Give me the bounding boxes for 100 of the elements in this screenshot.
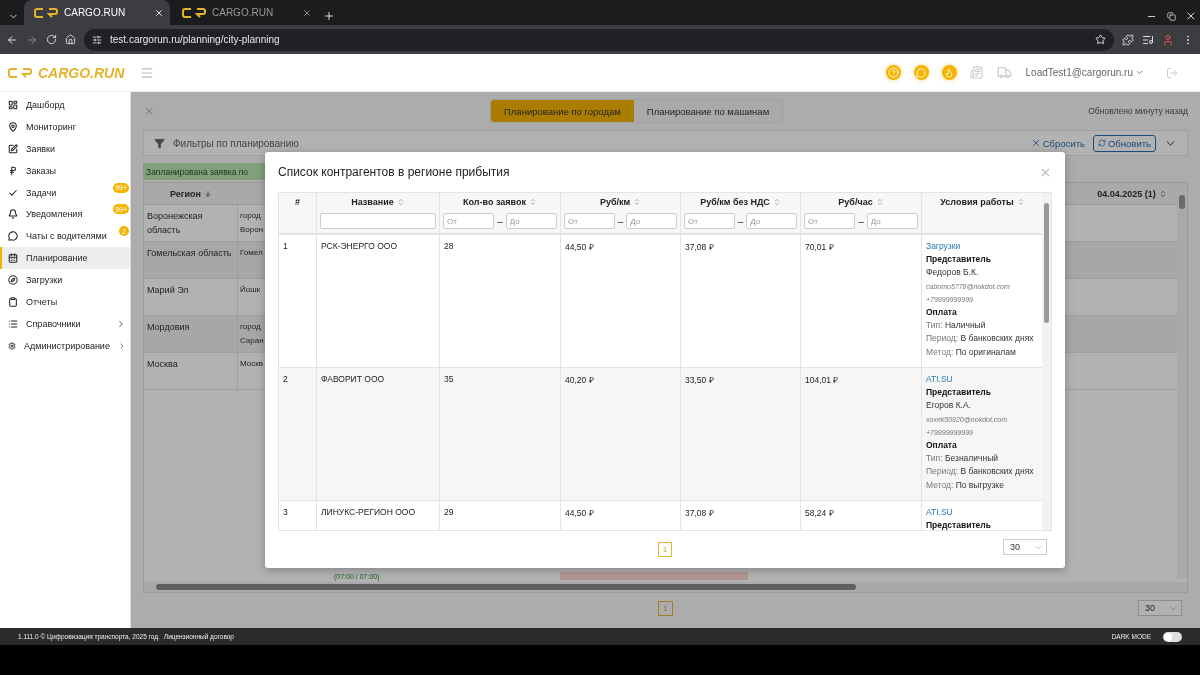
user-menu[interactable]: LoadTest1@cargorun.ru xyxy=(1025,67,1144,78)
sidebar-item[interactable]: Планирование xyxy=(0,247,130,270)
payment-detail: Тип: Безналичный xyxy=(926,452,999,466)
payment-detail: Метод: По выгрузке xyxy=(926,478,1004,492)
sidebar-item[interactable]: Администрирование xyxy=(0,334,130,357)
nav-icon xyxy=(8,296,18,307)
chat-icon xyxy=(916,67,927,78)
from-field[interactable]: От xyxy=(684,213,735,229)
column-header[interactable]: Руб/км xyxy=(564,196,677,208)
view-toggle-button[interactable]: Планирование по машинам xyxy=(633,100,783,122)
column-header[interactable]: 04.04.2025 (1) xyxy=(1087,183,1177,204)
column-header[interactable]: Условия работы xyxy=(925,196,1040,208)
nav-icon xyxy=(8,209,18,220)
view-toggle-button[interactable]: Планирование по городам xyxy=(491,100,634,122)
close-icon[interactable] xyxy=(154,7,164,18)
table-cell: 104,01 ₽ xyxy=(801,368,922,500)
restore-icon[interactable] xyxy=(1166,11,1176,21)
sidebar-item[interactable]: Справочники xyxy=(0,312,130,335)
page-size-select[interactable]: 30 xyxy=(1003,539,1047,555)
column-header[interactable]: Руб/час xyxy=(804,196,918,208)
to-field[interactable]: До xyxy=(866,213,918,229)
from-field[interactable]: От xyxy=(804,213,856,229)
nav-icon xyxy=(8,275,18,286)
table-cell: Марий Эл xyxy=(144,279,238,315)
page-size-select[interactable]: 30 xyxy=(1138,600,1182,616)
dark-mode-switch[interactable] xyxy=(1163,631,1182,642)
media-icon[interactable] xyxy=(1142,33,1154,46)
site-settings-icon[interactable] xyxy=(92,34,102,45)
extensions-icon[interactable] xyxy=(1122,33,1134,46)
table-cell: РСК-ЭНЕРГО ООО xyxy=(317,235,440,367)
sort-icon xyxy=(1158,189,1167,198)
sidebar-item[interactable]: Заказы xyxy=(0,159,130,182)
table-cell: 2 xyxy=(279,368,317,500)
source-link[interactable]: Загрузки xyxy=(926,240,961,254)
close-icon xyxy=(1030,138,1041,148)
flame-icon xyxy=(944,67,955,78)
reload-icon[interactable] xyxy=(46,34,57,45)
plus-icon[interactable] xyxy=(323,10,335,22)
column-header[interactable]: Название xyxy=(320,196,436,208)
to-field[interactable]: До xyxy=(505,213,557,229)
sidebar-item[interactable]: Заявки xyxy=(0,137,130,160)
to-field[interactable]: До xyxy=(746,213,797,229)
filter-title: Фильтры по планированию xyxy=(173,137,300,149)
from-field[interactable]: От xyxy=(564,213,615,229)
table-cell: 70,01 ₽ xyxy=(801,235,922,367)
scrollbar[interactable] xyxy=(144,582,1187,592)
section-heading: Оплата xyxy=(926,306,957,319)
table-cell-text: город xyxy=(240,210,261,222)
table-cell: 33,50 ₽ xyxy=(681,368,801,500)
table-cell: Мордовия xyxy=(144,316,238,352)
table-cell: 44,50 ₽ xyxy=(561,235,681,367)
sidebar-item[interactable]: Мониторинг xyxy=(0,115,130,138)
column-header[interactable]: Кол-во заявок xyxy=(443,196,557,208)
to-field[interactable]: До xyxy=(626,213,677,229)
updated-text: Обновлено минуту назад xyxy=(1088,106,1188,116)
back-icon[interactable] xyxy=(6,33,18,46)
source-link[interactable]: ATI.SU xyxy=(926,373,953,387)
logo-icon xyxy=(34,6,58,19)
column-header[interactable]: Регион xyxy=(144,183,238,204)
column-header[interactable]: Руб/км без НДС xyxy=(684,196,797,208)
home-icon[interactable] xyxy=(65,34,76,45)
table-cell-text: город xyxy=(240,321,261,333)
table-cell-text: Гомел xyxy=(240,247,263,259)
profile-icon[interactable] xyxy=(1162,33,1174,46)
table-cell: ФАВОРИТ ООО xyxy=(317,368,440,500)
refresh-button[interactable]: Обновить xyxy=(1093,134,1156,152)
sort-icon xyxy=(204,189,212,198)
browser-tab[interactable]: CARGO.RUN xyxy=(24,0,170,25)
payment-detail: Период: В банковских днях xyxy=(926,465,1034,479)
table-cell: Москва xyxy=(144,353,238,389)
refresh-icon xyxy=(1098,139,1106,147)
table-cell: 37,08 ₽ xyxy=(681,235,801,367)
payment-detail: Период: В банковских днях xyxy=(926,332,1034,346)
reset-link[interactable]: Сбросить xyxy=(1030,137,1085,149)
nav-icon xyxy=(8,231,18,242)
nav-icon xyxy=(8,121,18,132)
filter-field[interactable] xyxy=(320,213,436,229)
filter-icon xyxy=(154,137,165,149)
sidebar-item[interactable]: Загрузки xyxy=(0,269,130,291)
scrollbar[interactable] xyxy=(1042,193,1051,530)
star-icon[interactable] xyxy=(1095,34,1106,45)
table-cell: Воронежская область xyxy=(144,205,238,241)
section-heading: Представитель xyxy=(926,519,991,530)
column-header: # xyxy=(294,196,301,208)
from-field[interactable]: От xyxy=(443,213,495,229)
section-heading: Оплата xyxy=(926,439,957,452)
sidebar-item[interactable]: Дашборд xyxy=(0,94,130,116)
nav-icon xyxy=(8,165,18,176)
logo-icon xyxy=(8,66,32,79)
section-heading: Представитель xyxy=(926,386,991,400)
dash-text: – xyxy=(497,215,503,227)
nav-icon xyxy=(8,318,18,329)
close-icon[interactable] xyxy=(1185,10,1197,22)
sidebar-item[interactable]: Отчеты xyxy=(0,291,130,313)
contact-name: Егоров К.А. xyxy=(926,399,971,413)
address-bar[interactable]: test.cargorun.ru/planning/city-planning xyxy=(84,28,1114,51)
logo-icon xyxy=(182,6,206,19)
nav-icon xyxy=(8,253,18,264)
table-cell-text: Саран xyxy=(240,335,264,347)
source-link[interactable]: ATI.SU xyxy=(926,506,953,520)
